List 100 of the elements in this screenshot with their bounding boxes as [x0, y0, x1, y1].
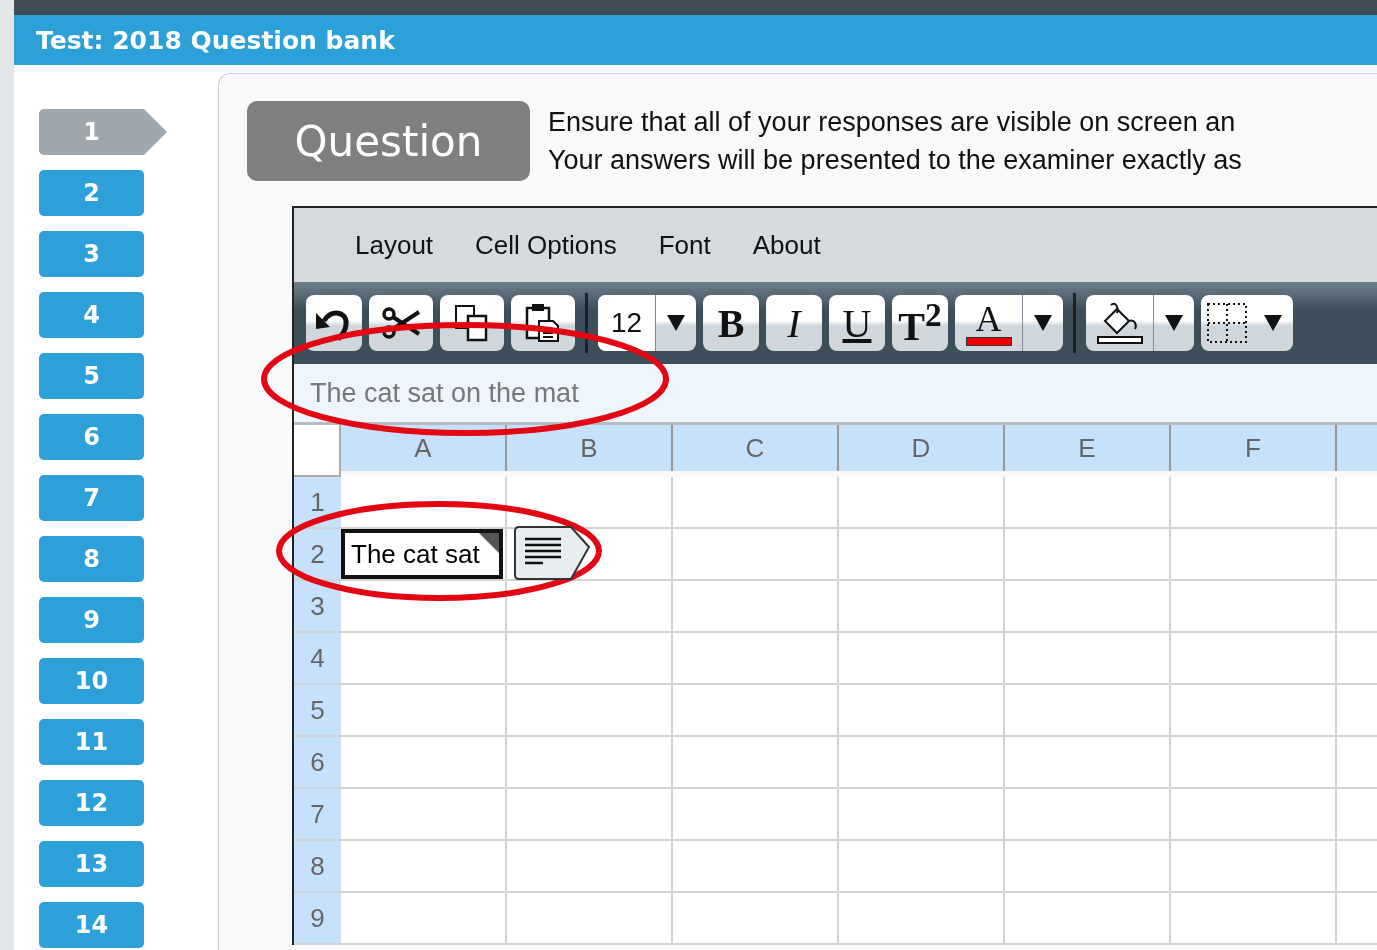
question-number-button[interactable]: 10 [39, 658, 144, 704]
table-cell[interactable] [1005, 477, 1171, 529]
table-cell[interactable] [1171, 685, 1337, 737]
row-header: 2 [294, 529, 341, 581]
window-title: Test: 2018 Question bank [36, 25, 395, 55]
table-cell[interactable] [341, 633, 507, 685]
question-number-button[interactable]: 3 [39, 231, 144, 277]
text-style-button[interactable]: B [703, 295, 759, 351]
table-cell[interactable] [673, 893, 839, 945]
table-cell[interactable] [507, 841, 673, 893]
table-cell[interactable] [673, 737, 839, 789]
table-cell[interactable] [839, 477, 1005, 529]
table-cell[interactable] [341, 789, 507, 841]
formula-text: The cat sat on the mat [310, 377, 579, 409]
row-header: 8 [294, 841, 341, 893]
table-cell[interactable] [507, 893, 673, 945]
caret-icon [1263, 314, 1283, 332]
table-cell[interactable] [839, 789, 1005, 841]
table-cell[interactable] [507, 581, 673, 633]
question-number-button[interactable]: 14 [39, 902, 144, 948]
question-number-button[interactable]: 13 [39, 841, 144, 887]
table-cell[interactable] [673, 529, 839, 581]
table-cell[interactable] [839, 633, 1005, 685]
question-number-button[interactable]: 7 [39, 475, 144, 521]
table-cell[interactable] [1005, 841, 1171, 893]
scissors-icon [381, 304, 421, 342]
table-cell[interactable] [341, 737, 507, 789]
question-number-button[interactable]: 1 [39, 109, 167, 155]
table-cell[interactable] [673, 633, 839, 685]
table-cell[interactable] [1005, 737, 1171, 789]
table-cell[interactable] [673, 477, 839, 529]
table-cell[interactable] [1171, 633, 1337, 685]
column-header: F [1171, 425, 1337, 471]
table-cell[interactable] [507, 737, 673, 789]
table-cell[interactable] [839, 581, 1005, 633]
caret-icon [666, 314, 686, 332]
table-cell[interactable] [1171, 737, 1337, 789]
table-cell[interactable] [1005, 789, 1171, 841]
row-header: 5 [294, 685, 341, 737]
table-cell[interactable] [673, 581, 839, 633]
table-cell[interactable] [1171, 789, 1337, 841]
table-cell[interactable] [507, 633, 673, 685]
column-header: B [507, 425, 673, 471]
table-cell[interactable] [507, 685, 673, 737]
text-style-button[interactable]: T$^{2}$ [892, 295, 948, 351]
borders-icon [1206, 302, 1248, 344]
question-number-button[interactable]: 12 [39, 780, 144, 826]
text-style-button[interactable]: I [766, 295, 822, 351]
table-cell[interactable] [839, 737, 1005, 789]
table-cell[interactable] [507, 477, 673, 529]
instruction-text: Your answers will be presented to the examiner exactly as [548, 144, 1242, 177]
formula-bar[interactable]: The cat sat on the mat [294, 364, 1377, 425]
table-cell[interactable] [839, 685, 1005, 737]
table-cell[interactable] [839, 529, 1005, 581]
question-number-button[interactable]: 2 [39, 170, 144, 216]
menu-item[interactable]: About [731, 229, 842, 261]
table-cell[interactable] [341, 841, 507, 893]
table-cell[interactable] [341, 893, 507, 945]
table-cell[interactable] [673, 685, 839, 737]
table-cell[interactable] [1005, 529, 1171, 581]
table-cell[interactable] [507, 789, 673, 841]
text-style-button[interactable]: U [829, 295, 885, 351]
borders-dropdown[interactable] [1201, 295, 1293, 351]
column-header: D [839, 425, 1005, 471]
fill-color-dropdown[interactable] [1086, 295, 1194, 351]
row-header: 3 [294, 581, 341, 633]
clipboard-icon [525, 303, 561, 343]
question-number-button[interactable]: 11 [39, 719, 144, 765]
question-number-button[interactable]: 8 [39, 536, 144, 582]
table-cell[interactable] [1005, 685, 1171, 737]
menu-item[interactable]: Font [637, 229, 732, 261]
font-size-dropdown[interactable]: 12 [598, 295, 696, 351]
column-header: E [1005, 425, 1171, 471]
table-cell[interactable] [1171, 477, 1337, 529]
question-number-button[interactable]: 4 [39, 292, 144, 338]
table-cell[interactable] [1171, 893, 1337, 945]
column-header: C [673, 425, 839, 471]
table-cell[interactable] [1005, 633, 1171, 685]
table-cell[interactable] [1171, 841, 1337, 893]
table-cell[interactable] [1005, 581, 1171, 633]
instruction-text: Ensure that all of your responses are visible on screen an [548, 106, 1237, 139]
font-color-dropdown[interactable]: A [955, 295, 1063, 351]
table-cell[interactable] [1171, 581, 1337, 633]
question-number-button[interactable]: 9 [39, 597, 144, 643]
table-cell[interactable] [341, 685, 507, 737]
table-cell[interactable] [673, 789, 839, 841]
row-header: 9 [294, 893, 341, 945]
table-cell[interactable] [839, 841, 1005, 893]
table-cell[interactable] [839, 893, 1005, 945]
table-cell[interactable] [1005, 893, 1171, 945]
question-number-button[interactable]: 6 [39, 414, 144, 460]
menu-item[interactable]: Cell Options [454, 229, 638, 261]
menu-item[interactable]: Layout [334, 229, 455, 261]
copy-icon [454, 304, 490, 342]
corner-cell [294, 425, 341, 477]
row-header: 7 [294, 789, 341, 841]
caret-icon [1033, 314, 1053, 332]
table-cell[interactable] [673, 841, 839, 893]
question-number-button[interactable]: 5 [39, 353, 144, 399]
table-cell[interactable] [1171, 529, 1337, 581]
